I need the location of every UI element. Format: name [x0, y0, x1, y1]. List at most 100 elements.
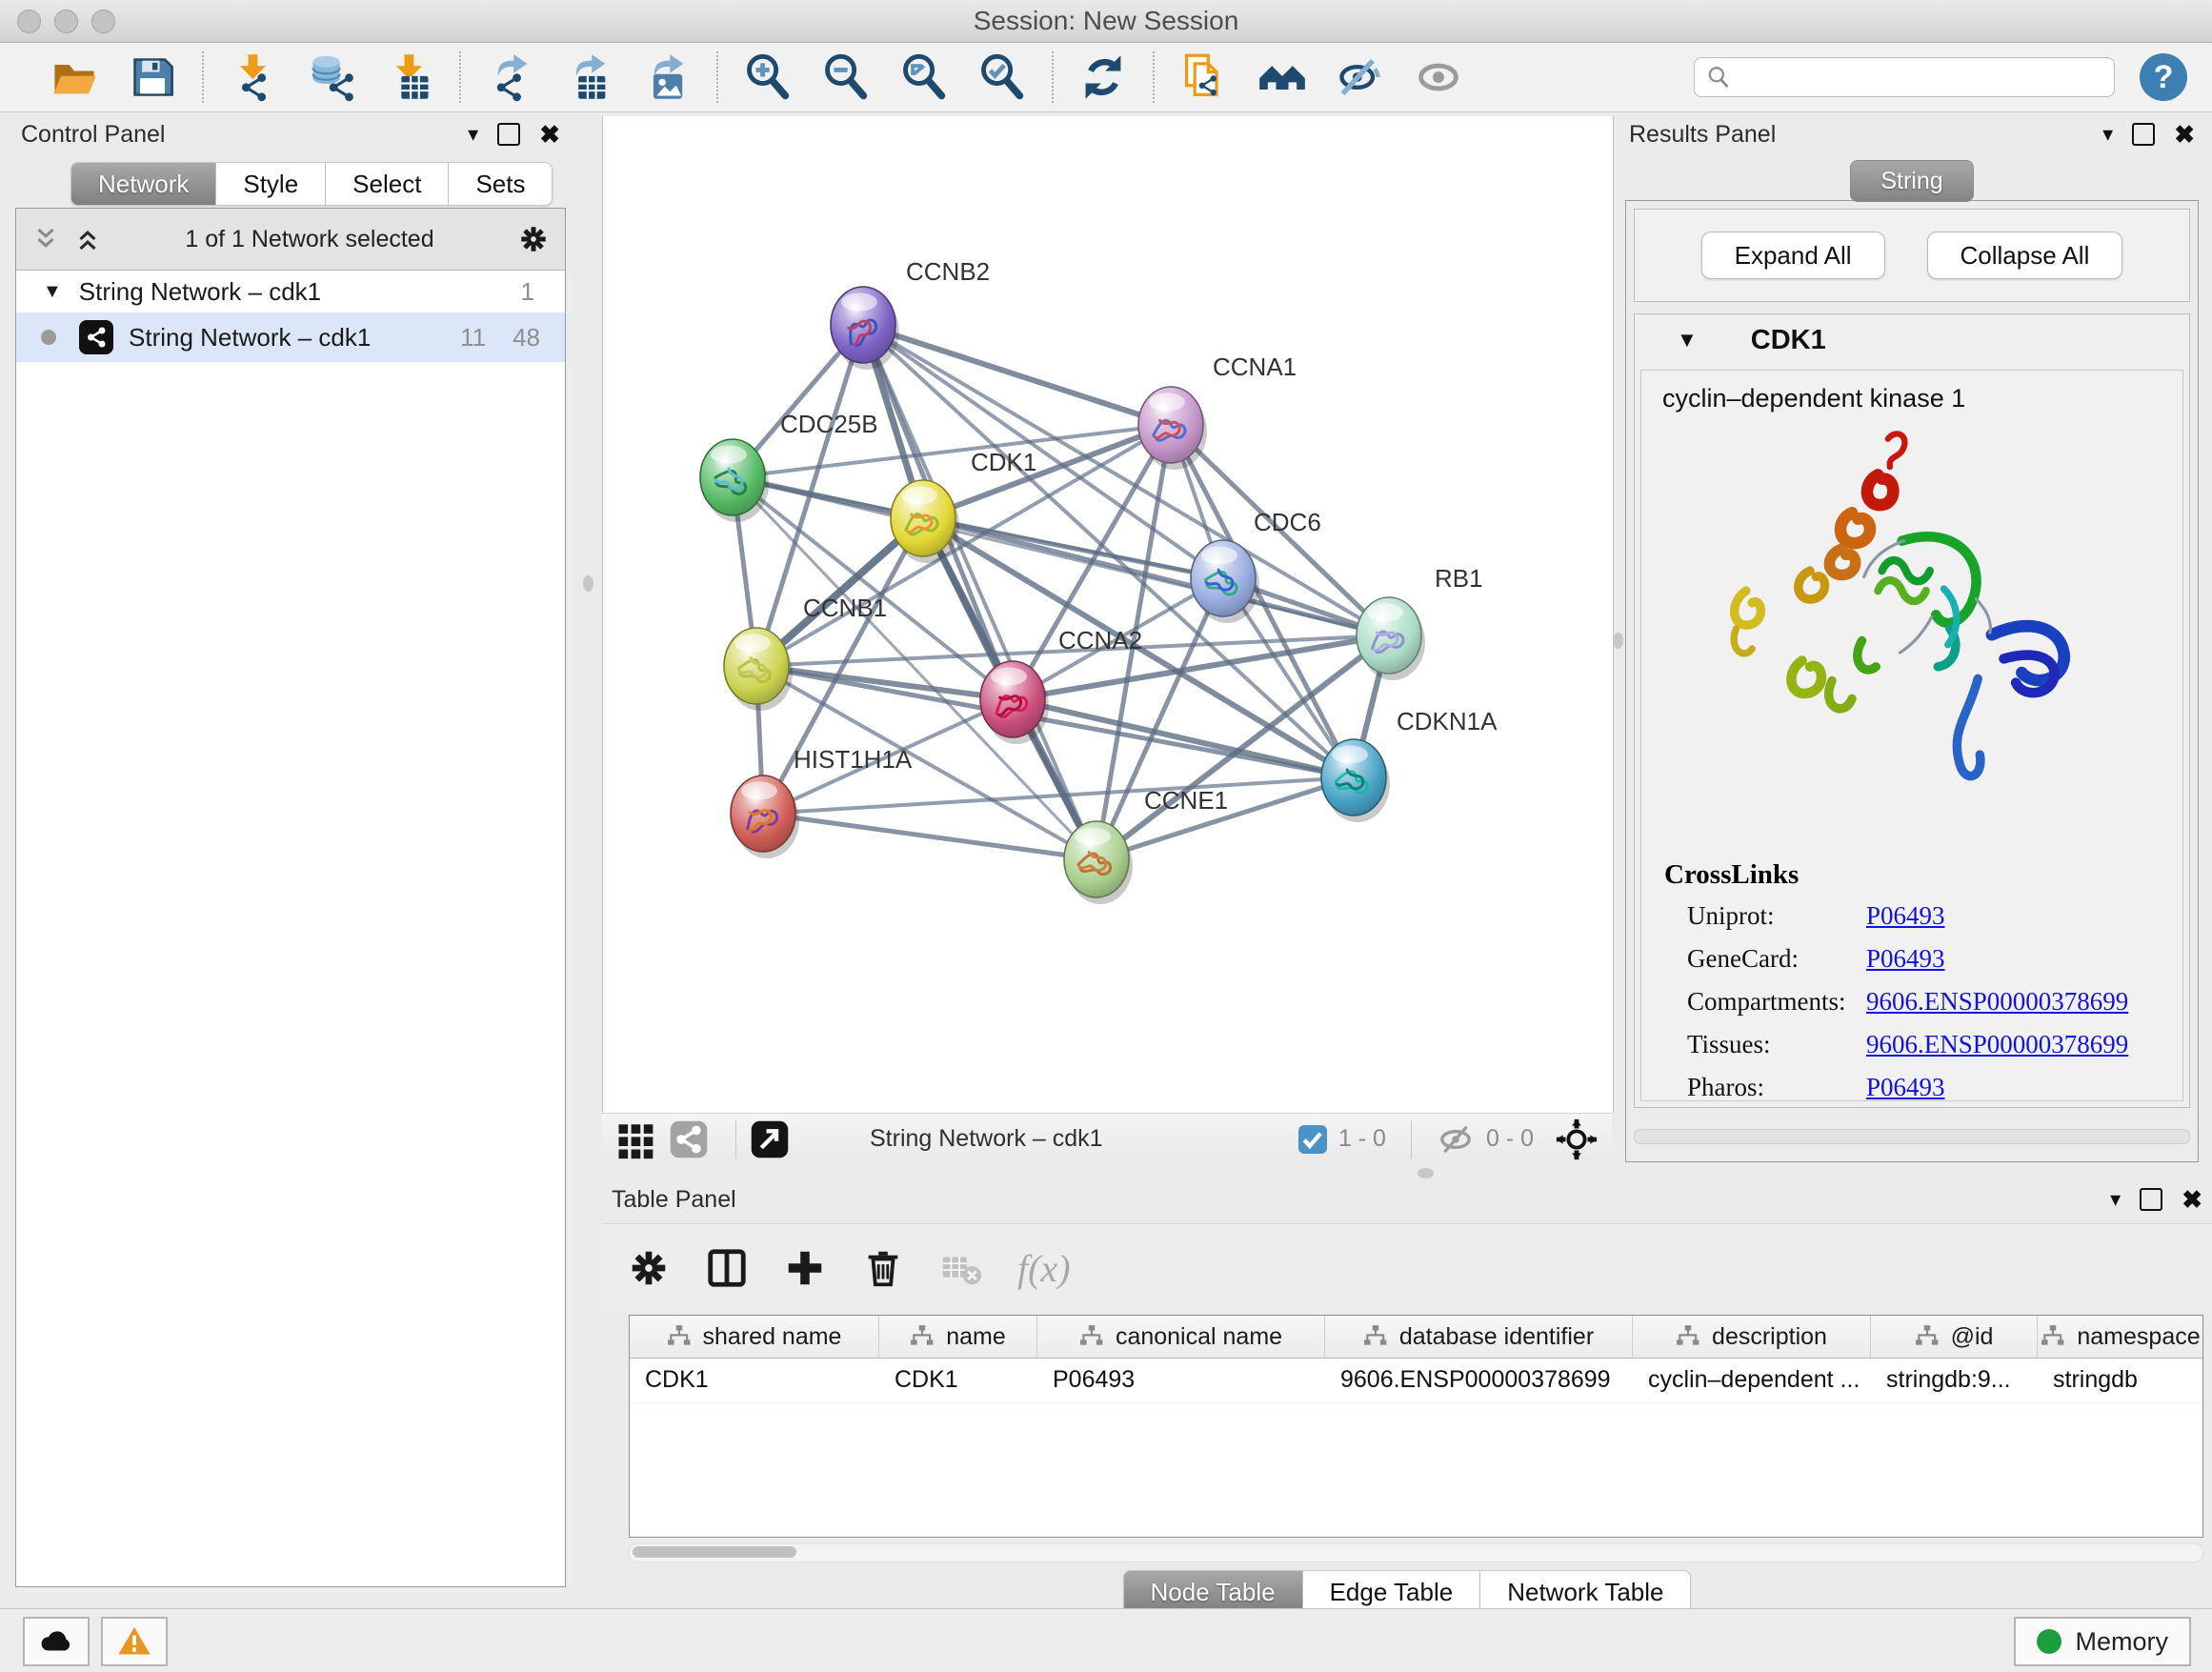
tab-style[interactable]: Style: [216, 162, 326, 206]
hidden-counts: 0 - 0: [1486, 1125, 1534, 1153]
import-network-file-icon[interactable]: [229, 52, 278, 102]
table-options-gear-icon[interactable]: [627, 1246, 671, 1290]
network-edge[interactable]: [863, 325, 1171, 425]
panel-menu-icon[interactable]: ▾: [2110, 1187, 2121, 1212]
crosslink-link[interactable]: P06493: [1866, 944, 1945, 974]
crosslink-link[interactable]: P06493: [1866, 1073, 1945, 1101]
network-collection-row[interactable]: ▼ String Network – cdk1 1: [16, 271, 565, 312]
column-header--id[interactable]: @id: [1871, 1316, 2038, 1358]
scrollbar-thumb[interactable]: [633, 1546, 796, 1558]
zoom-in-icon[interactable]: [743, 52, 793, 102]
minimize-window-button[interactable]: [54, 10, 78, 33]
show-all-icon[interactable]: [1414, 52, 1463, 102]
maximize-window-button[interactable]: [91, 10, 115, 33]
window-controls[interactable]: [17, 10, 115, 33]
crosslink-link[interactable]: P06493: [1866, 901, 1945, 931]
network-options-gear-icon[interactable]: [517, 223, 550, 255]
search-box[interactable]: [1694, 57, 2115, 97]
network-edge[interactable]: [863, 325, 1389, 635]
splitter-handle[interactable]: [1418, 1168, 1434, 1178]
detach-view-icon[interactable]: [750, 1119, 790, 1159]
warnings-button[interactable]: [101, 1617, 168, 1666]
memory-button[interactable]: Memory: [2014, 1617, 2191, 1666]
node-label: CCNA1: [1213, 353, 1297, 381]
node-label: CCNB1: [803, 594, 887, 622]
grid-view-icon[interactable]: [615, 1119, 655, 1159]
splitter-handle[interactable]: [583, 575, 593, 592]
collapse-gene-icon[interactable]: ▼: [1677, 328, 1698, 353]
search-input[interactable]: [1731, 63, 2102, 91]
network-edge[interactable]: [1096, 578, 1223, 859]
column-header-canonical-name[interactable]: canonical name: [1037, 1316, 1325, 1358]
delete-column-icon[interactable]: [861, 1246, 905, 1290]
selected-indicator-checkbox[interactable]: [1298, 1125, 1327, 1154]
results-actions: Expand All Collapse All: [1634, 209, 2190, 302]
panel-menu-icon[interactable]: ▾: [468, 122, 478, 147]
collapse-all-button[interactable]: Collapse All: [1927, 232, 2123, 279]
network-canvas[interactable]: CCNB2CCNA1CDC25BCDK1CDC6RB1CCNB1CCNA2CDK…: [602, 116, 1614, 1113]
create-column-icon[interactable]: [783, 1246, 827, 1290]
network-graph[interactable]: CCNB2CCNA1CDC25BCDK1CDC6RB1CCNB1CCNA2CDK…: [603, 116, 1613, 1113]
float-panel-icon[interactable]: [2140, 1188, 2162, 1211]
show-columns-icon[interactable]: [705, 1246, 749, 1290]
crosslink-label: GeneCard:: [1687, 944, 1866, 974]
close-window-button[interactable]: [17, 10, 41, 33]
close-panel-icon[interactable]: ✖: [539, 120, 560, 150]
zoom-selected-region-icon[interactable]: [977, 52, 1027, 102]
export-table-icon[interactable]: [564, 52, 613, 102]
table-horizontal-scrollbar[interactable]: [629, 1543, 2203, 1562]
column-header-namespace[interactable]: namespace: [2038, 1316, 2203, 1358]
network-edge[interactable]: [763, 814, 1096, 859]
collapse-collection-icon[interactable]: ▼: [43, 281, 62, 303]
table-row[interactable]: CDK1CDK1P064939606.ENSP00000378699cyclin…: [630, 1359, 2202, 1403]
column-header-shared-name[interactable]: shared name: [630, 1316, 879, 1358]
tab-sets[interactable]: Sets: [449, 162, 553, 206]
crosslink-link[interactable]: 9606.ENSP00000378699: [1866, 1030, 2128, 1059]
float-panel-icon[interactable]: [497, 123, 520, 146]
column-header-database-identifier[interactable]: database identifier: [1325, 1316, 1633, 1358]
zoom-fit-content-icon[interactable]: [899, 52, 949, 102]
hide-selected-icon[interactable]: [1336, 52, 1385, 102]
tab-string[interactable]: String: [1850, 160, 1974, 202]
expand-all-networks-icon[interactable]: [31, 225, 60, 253]
import-table-file-icon[interactable]: [385, 52, 434, 102]
edge-count: 48: [513, 323, 548, 353]
cloud-status-button[interactable]: [23, 1617, 90, 1666]
help-button[interactable]: ?: [2140, 53, 2187, 101]
gene-section-header[interactable]: ▼ CDK1: [1635, 314, 2189, 366]
zoom-out-icon[interactable]: [821, 52, 871, 102]
export-image-icon[interactable]: [642, 52, 692, 102]
expand-all-button[interactable]: Expand All: [1701, 232, 1885, 279]
collapse-all-networks-icon[interactable]: [73, 225, 102, 253]
import-network-database-icon[interactable]: [307, 52, 356, 102]
save-session-icon[interactable]: [128, 52, 177, 102]
new-network-from-selection-icon[interactable]: [1179, 52, 1229, 102]
network-node-CDKN1A[interactable]: CDKN1A: [1321, 707, 1498, 822]
results-horizontal-scrollbar[interactable]: [1634, 1129, 2190, 1144]
panel-menu-icon[interactable]: ▾: [2102, 122, 2113, 147]
table-cell: CDK1: [879, 1359, 1037, 1402]
network-selection-summary: 1 of 1 Network selected: [102, 226, 517, 253]
first-neighbors-icon[interactable]: [1257, 52, 1307, 102]
apply-layout-icon[interactable]: [1078, 52, 1128, 102]
cloud-icon: [38, 1623, 74, 1660]
tab-select[interactable]: Select: [326, 162, 449, 206]
fit-selected-crosshair-icon[interactable]: [1555, 1118, 1599, 1161]
network-node-RB1[interactable]: RB1: [1357, 564, 1483, 680]
crosslink-link[interactable]: 9606.ENSP00000378699: [1866, 987, 2128, 1017]
network-list-panel: 1 of 1 Network selected ▼ String Network…: [15, 208, 566, 1587]
column-header-name[interactable]: name: [879, 1316, 1037, 1358]
open-file-icon[interactable]: [50, 52, 99, 102]
network-view-icon[interactable]: [669, 1119, 709, 1159]
network-row-selected[interactable]: String Network – cdk1 11 48: [16, 312, 565, 362]
close-panel-icon[interactable]: ✖: [2182, 1185, 2202, 1215]
column-header-description[interactable]: description: [1633, 1316, 1871, 1358]
node-label: RB1: [1435, 564, 1483, 593]
network-node-CCNA1[interactable]: CCNA1: [1138, 353, 1297, 470]
close-panel-icon[interactable]: ✖: [2174, 120, 2195, 150]
network-edge[interactable]: [1013, 699, 1354, 777]
export-network-icon[interactable]: [486, 52, 535, 102]
tab-network[interactable]: Network: [70, 162, 216, 206]
network-node-HIST1H1A[interactable]: HIST1H1A: [731, 745, 913, 858]
float-panel-icon[interactable]: [2132, 123, 2155, 146]
